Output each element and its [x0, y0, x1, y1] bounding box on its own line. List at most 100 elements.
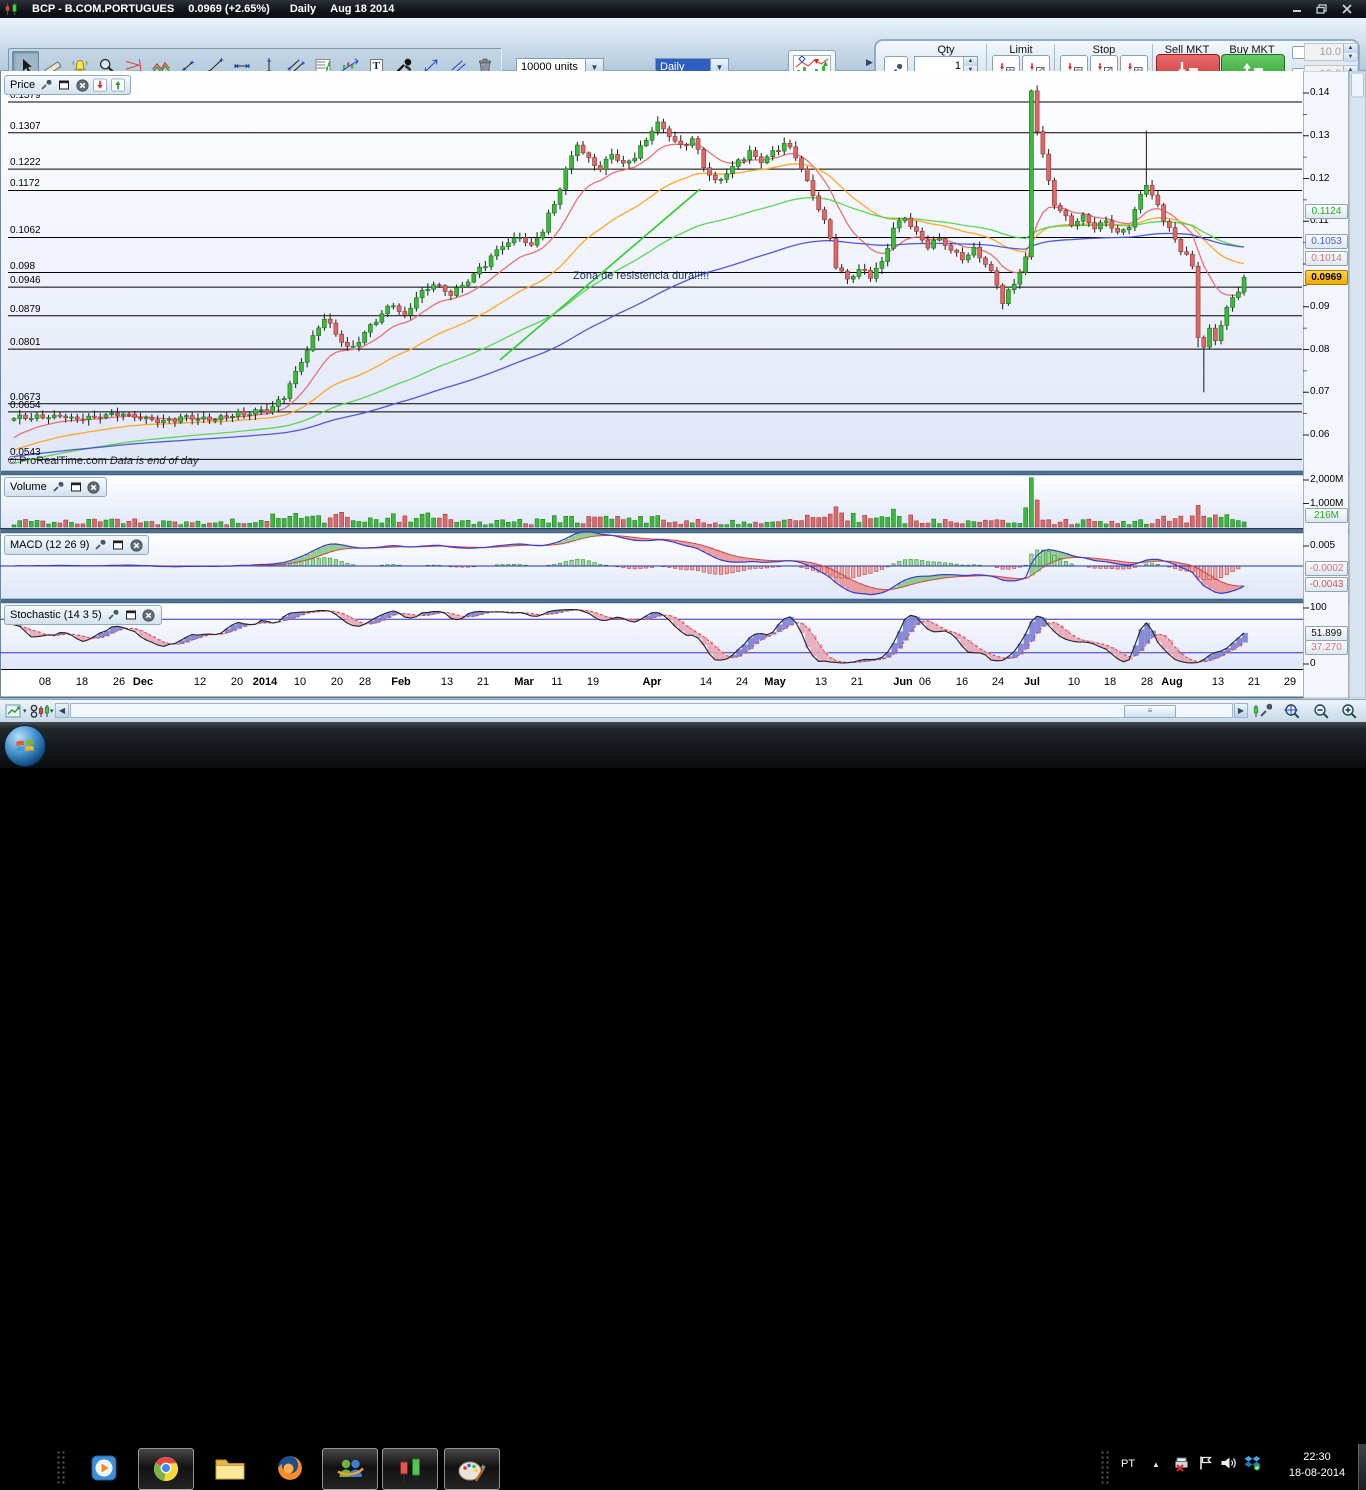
- macd-value-badge: -0.0002: [1305, 561, 1348, 576]
- ma-value-badge: 0.1124: [1305, 204, 1348, 219]
- action-center-icon[interactable]: [1199, 1455, 1213, 1476]
- volume-axis-tick: 1,000M: [1310, 498, 1343, 509]
- chart-annotation[interactable]: Zona de resistencia dura!!!!!: [573, 270, 709, 282]
- price-panel-header: Price: [4, 75, 131, 95]
- candlestick-app-icon: [4, 2, 18, 16]
- restore-button[interactable]: [1312, 2, 1330, 15]
- level-label[interactable]: 0.1222: [10, 157, 41, 168]
- x-axis-label: 29: [1268, 676, 1312, 688]
- firefox-icon: [275, 1453, 305, 1483]
- price-axis-tick: 0.12: [1310, 173, 1329, 184]
- symbol-title: BCP - B.COM.PORTUGUES: [32, 3, 174, 15]
- zoom-fit-icon[interactable]: [1282, 703, 1304, 719]
- level-label[interactable]: 0.0654: [10, 400, 41, 411]
- level-label[interactable]: 0.098: [10, 261, 35, 272]
- qty-label: Qty: [912, 44, 980, 56]
- wrench-icon[interactable]: [93, 538, 107, 552]
- price-chart-canvas[interactable]: [0, 71, 1366, 699]
- last-price-badge: 0.0969: [1305, 270, 1348, 285]
- media-player-taskbar-button[interactable]: [84, 1448, 124, 1488]
- price-panel-title: Price: [10, 79, 35, 91]
- show-desktop-button[interactable]: [1357, 1444, 1366, 1490]
- x-axis-label: Dec: [121, 676, 165, 688]
- window-icon[interactable]: [124, 608, 138, 622]
- window-icon[interactable]: [69, 480, 83, 494]
- messenger-taskbar-button[interactable]: [322, 1448, 378, 1490]
- horizontal-scrollbar[interactable]: ≡: [70, 703, 1233, 718]
- watermark: © ProRealTime.com Data is end of day: [8, 455, 199, 467]
- window-icon[interactable]: [57, 78, 71, 92]
- chart-settings-icon[interactable]: [1252, 703, 1272, 719]
- data-note-text: Data is end of day: [110, 455, 199, 467]
- language-indicator[interactable]: PT: [1121, 1458, 1135, 1470]
- close-icon[interactable]: [142, 608, 156, 622]
- start-button[interactable]: [4, 725, 46, 767]
- firefox-taskbar-button[interactable]: [270, 1448, 310, 1488]
- instrument-link-icon[interactable]: ▾: [30, 703, 54, 719]
- chart-shortcut-icon[interactable]: ▾: [5, 703, 27, 719]
- paint-icon: [457, 1455, 487, 1483]
- macd-panel-header: MACD (12 26 9): [4, 535, 149, 555]
- wrench-icon[interactable]: [106, 608, 120, 622]
- level-label[interactable]: 0.0801: [10, 337, 41, 348]
- explorer-icon: [214, 1455, 246, 1482]
- tray-expand-icon[interactable]: ▲: [1152, 1460, 1160, 1469]
- taskbar-clock[interactable]: 22:30 18-08-2014: [1278, 1449, 1356, 1481]
- window-icon[interactable]: [111, 538, 125, 552]
- dropbox-icon[interactable]: [1244, 1455, 1261, 1476]
- trading-application-window: BCP - B.COM.PORTUGUES 0.0969 (+2.65%) Da…: [0, 0, 1366, 768]
- x-axis-label: Feb: [379, 676, 423, 688]
- clock-time: 22:30: [1278, 1449, 1356, 1465]
- level-label[interactable]: 0.1062: [10, 225, 41, 236]
- last-price-title: 0.0969 (+2.65%): [188, 3, 270, 15]
- collapse-panel-arrow-icon[interactable]: ▶: [866, 57, 873, 68]
- close-window-button[interactable]: [1338, 2, 1356, 15]
- price-axis-tick: 0.09: [1310, 301, 1329, 312]
- level-label[interactable]: 0.1307: [10, 121, 41, 132]
- x-axis-label: 19: [571, 676, 615, 688]
- stochastic-panel-title: Stochastic (14 3 5): [10, 609, 102, 621]
- level-label[interactable]: 0.1172: [10, 178, 40, 189]
- volume-value-badge: 216M: [1305, 508, 1348, 523]
- wrench-icon[interactable]: [39, 78, 53, 92]
- volume-panel-header: Volume: [4, 477, 107, 497]
- tray-grip: [1100, 1450, 1110, 1484]
- macd-value-badge: -0.0043: [1305, 577, 1348, 592]
- windows-flag-icon: [14, 735, 36, 757]
- stochastic-value-badge: 51.899: [1305, 626, 1348, 641]
- window-titlebar: BCP - B.COM.PORTUGUES 0.0969 (+2.65%) Da…: [0, 0, 1366, 18]
- volume-panel-title: Volume: [10, 481, 47, 493]
- explorer-taskbar-button[interactable]: [210, 1448, 250, 1488]
- scroll-right-button[interactable]: ▶: [1234, 703, 1248, 718]
- paint-taskbar-button[interactable]: [444, 1448, 500, 1490]
- zoom-out-icon[interactable]: [1312, 703, 1332, 719]
- stop-loss-value-stepper[interactable]: 10.0 ▲▼: [1304, 43, 1358, 61]
- close-icon[interactable]: [75, 78, 89, 92]
- chrome-taskbar-button[interactable]: [138, 1448, 194, 1490]
- x-axis-label: May: [753, 676, 797, 688]
- chrome-icon: [151, 1454, 181, 1484]
- level-label[interactable]: 0.0879: [10, 304, 41, 315]
- printer-error-icon[interactable]: [1174, 1455, 1192, 1477]
- x-axis-label: Apr: [630, 676, 674, 688]
- stochastic-axis-tick: 100: [1310, 602, 1327, 613]
- close-icon[interactable]: [87, 480, 101, 494]
- close-icon[interactable]: [129, 538, 143, 552]
- volume-icon[interactable]: [1220, 1456, 1237, 1475]
- scrollbar-thumb[interactable]: ≡: [1124, 705, 1176, 718]
- messenger-icon: [334, 1454, 366, 1484]
- level-label[interactable]: 0.0946: [10, 275, 41, 286]
- stochastic-panel-header: Stochastic (14 3 5): [4, 605, 162, 625]
- buy-order-icon[interactable]: [111, 78, 125, 92]
- clock-date: 18-08-2014: [1278, 1465, 1356, 1481]
- wrench-icon[interactable]: [51, 480, 65, 494]
- trading-app-icon: [396, 1454, 424, 1484]
- x-axis-label: 21: [461, 676, 505, 688]
- scroll-left-button[interactable]: ◀: [55, 703, 69, 718]
- zoom-in-icon[interactable]: [1340, 703, 1360, 719]
- spin-arrows[interactable]: ▲▼: [1343, 44, 1357, 60]
- trading-app-taskbar-button[interactable]: [382, 1448, 438, 1490]
- minimize-button[interactable]: [1288, 2, 1306, 15]
- sell-order-icon[interactable]: [93, 78, 107, 92]
- chart-status-bar: ▾ ▾ ◀ ≡ ▶: [0, 699, 1366, 722]
